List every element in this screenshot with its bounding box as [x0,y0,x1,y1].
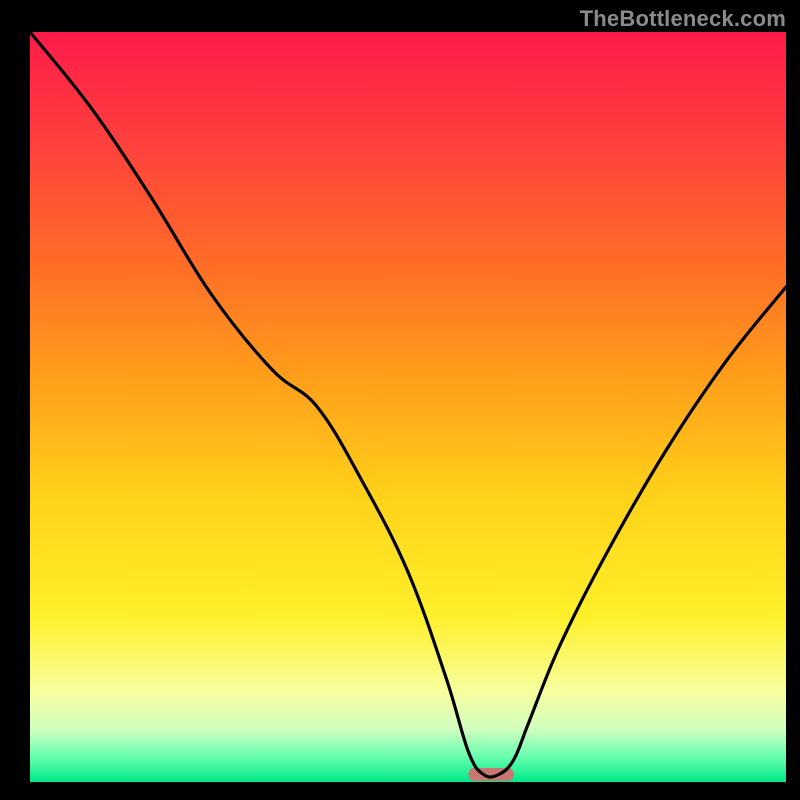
plot-background [30,32,786,782]
bottleneck-chart [0,0,800,800]
chart-frame: { "watermark": { "text": "TheBottleneck.… [0,0,800,800]
watermark-text: TheBottleneck.com [580,6,786,32]
